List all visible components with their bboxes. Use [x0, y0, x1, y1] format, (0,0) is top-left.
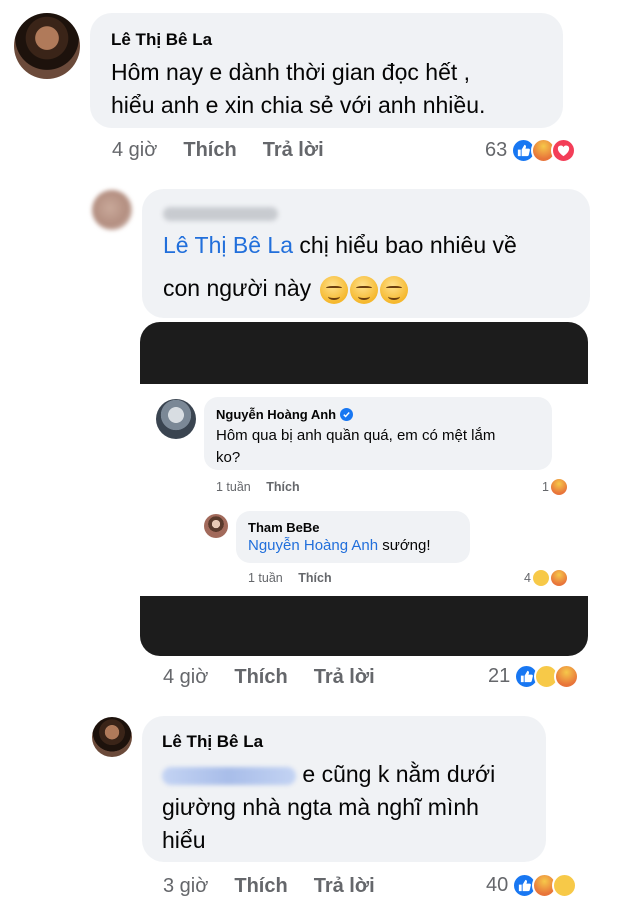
inner-like: Thích — [298, 571, 332, 585]
attached-screenshot[interactable]: Nguyễn Hoàng Anh Hôm qua bị anh quần quá… — [140, 322, 588, 656]
comment-text-line: Lê Thị Bê La chị hiểu bao nhiêu về — [163, 229, 517, 262]
smirk-emoji — [349, 275, 378, 304]
inner-comment-text: Hôm qua bị anh quần quá, em có mệt lắm k… — [216, 425, 495, 469]
inner-comment-author: Nguyễn Hoàng Anh — [216, 407, 354, 422]
inner-text-line: ko? — [216, 449, 241, 466]
comment-time[interactable]: 4 giờ — [163, 666, 208, 689]
comment-text: Hôm nay e dành thời gian đọc hết , hiểu … — [111, 56, 485, 122]
inner-text-line: Hôm qua bị anh quần quá, em có mệt lắm — [216, 427, 496, 444]
angry-icon — [550, 479, 567, 495]
comment-bubble: Lê Thị Bê La Hôm nay e dành thời gian đọ… — [90, 13, 563, 128]
comment-bubble: Lê Thị Bê La chị hiểu bao nhiêu về con n… — [142, 189, 590, 318]
reply-button[interactable]: Trả lời — [263, 139, 324, 162]
inner-comment-bubble: Nguyễn Hoàng Anh Hôm qua bị anh quần quá… — [204, 397, 552, 470]
comment-text-rest: chị hiểu bao nhiêu về — [293, 232, 517, 258]
inner-comment-author: Tham BeBe — [248, 520, 320, 535]
reaction-summary[interactable]: 40 — [486, 873, 578, 898]
comment-text-line: Hôm nay e dành thời gian đọc hết , — [111, 59, 471, 85]
comment-author[interactable]: Lê Thị Bê La — [111, 30, 212, 50]
haha-icon — [532, 570, 549, 586]
inner-reactions: 1 — [542, 479, 567, 495]
reaction-count: 21 — [488, 665, 511, 687]
comment-time[interactable]: 4 giờ — [112, 139, 157, 162]
smirk-emoji — [319, 275, 348, 304]
like-button[interactable]: Thích — [234, 875, 287, 898]
inner-comment-meta: 1 tuần Thích — [248, 571, 344, 585]
comment-meta: 4 giờ Thích Trả lời — [163, 666, 401, 689]
mention-link[interactable]: Lê Thị Bê La — [163, 232, 293, 258]
inner-reaction-count: 4 — [524, 571, 531, 585]
reply-button[interactable]: Trả lời — [314, 666, 375, 689]
avatar-nguyen-hoang-anh — [156, 399, 196, 439]
comment-text-line: hiểu — [162, 827, 206, 853]
reaction-summary[interactable]: 63 — [485, 138, 577, 163]
inner-reactions: 4 — [524, 570, 567, 586]
love-icon — [551, 138, 577, 163]
comment-time[interactable]: 3 giờ — [163, 875, 208, 898]
reply-button[interactable]: Trả lời — [314, 875, 375, 898]
smirk-emoji — [379, 275, 408, 304]
inner-reaction-count: 1 — [542, 480, 549, 494]
reaction-summary[interactable]: 21 — [488, 664, 580, 689]
comment-text-line: giường nhà ngta mà nghĩ mình — [162, 794, 479, 820]
inner-comment-meta: 1 tuần Thích — [216, 480, 312, 494]
comment-author[interactable]: Lê Thị Bê La — [162, 732, 263, 752]
inner-comment-bubble: Tham BeBe Nguyễn Hoàng Anh sướng! — [236, 511, 470, 563]
avatar-le-thi-be-la[interactable] — [14, 13, 80, 79]
comment-meta: 3 giờ Thích Trả lời — [163, 875, 401, 898]
comment-text: Lê Thị Bê La chị hiểu bao nhiêu về con n… — [163, 229, 517, 305]
inner-like: Thích — [266, 480, 300, 494]
comment-text-rest: e cũng k nằm dưới — [296, 761, 496, 787]
comment-text: e cũng k nằm dưới giường nhà ngta mà ngh… — [162, 758, 495, 857]
inner-time: 1 tuần — [216, 480, 251, 494]
screenshot-content: Nguyễn Hoàng Anh Hôm qua bị anh quần quá… — [140, 384, 588, 596]
comment-text-line: hiểu anh e xin chia sẻ với anh nhiều. — [111, 92, 486, 118]
avatar-le-thi-be-la[interactable] — [92, 717, 132, 757]
reaction-count: 63 — [485, 139, 508, 161]
verified-icon — [340, 408, 354, 421]
comment-text-rest: con người này — [163, 275, 312, 301]
haha-icon — [552, 873, 578, 898]
avatar-blurred[interactable] — [92, 190, 132, 230]
comment-bubble: Lê Thị Bê La e cũng k nằm dưới giường nh… — [142, 716, 546, 862]
comment-text-line: e cũng k nằm dưới — [162, 758, 495, 791]
avatar-tham-bebe — [204, 514, 228, 538]
comment-text-line: con người này — [163, 272, 517, 305]
blurred-author-name — [163, 207, 278, 221]
angry-icon — [554, 664, 580, 689]
like-button[interactable]: Thích — [234, 666, 287, 689]
inner-author-name: Nguyễn Hoàng Anh — [216, 407, 337, 422]
inner-comment-text: Nguyễn Hoàng Anh sướng! — [248, 535, 431, 557]
inner-text-rest: sướng! — [378, 537, 431, 554]
angry-icon — [550, 570, 567, 586]
inner-mention: Nguyễn Hoàng Anh — [248, 537, 379, 554]
reaction-count: 40 — [486, 874, 509, 896]
inner-time: 1 tuần — [248, 571, 283, 585]
comment-meta: 4 giờ Thích Trả lời — [112, 139, 350, 162]
like-button[interactable]: Thích — [183, 139, 236, 162]
blurred-mention[interactable] — [162, 766, 296, 785]
